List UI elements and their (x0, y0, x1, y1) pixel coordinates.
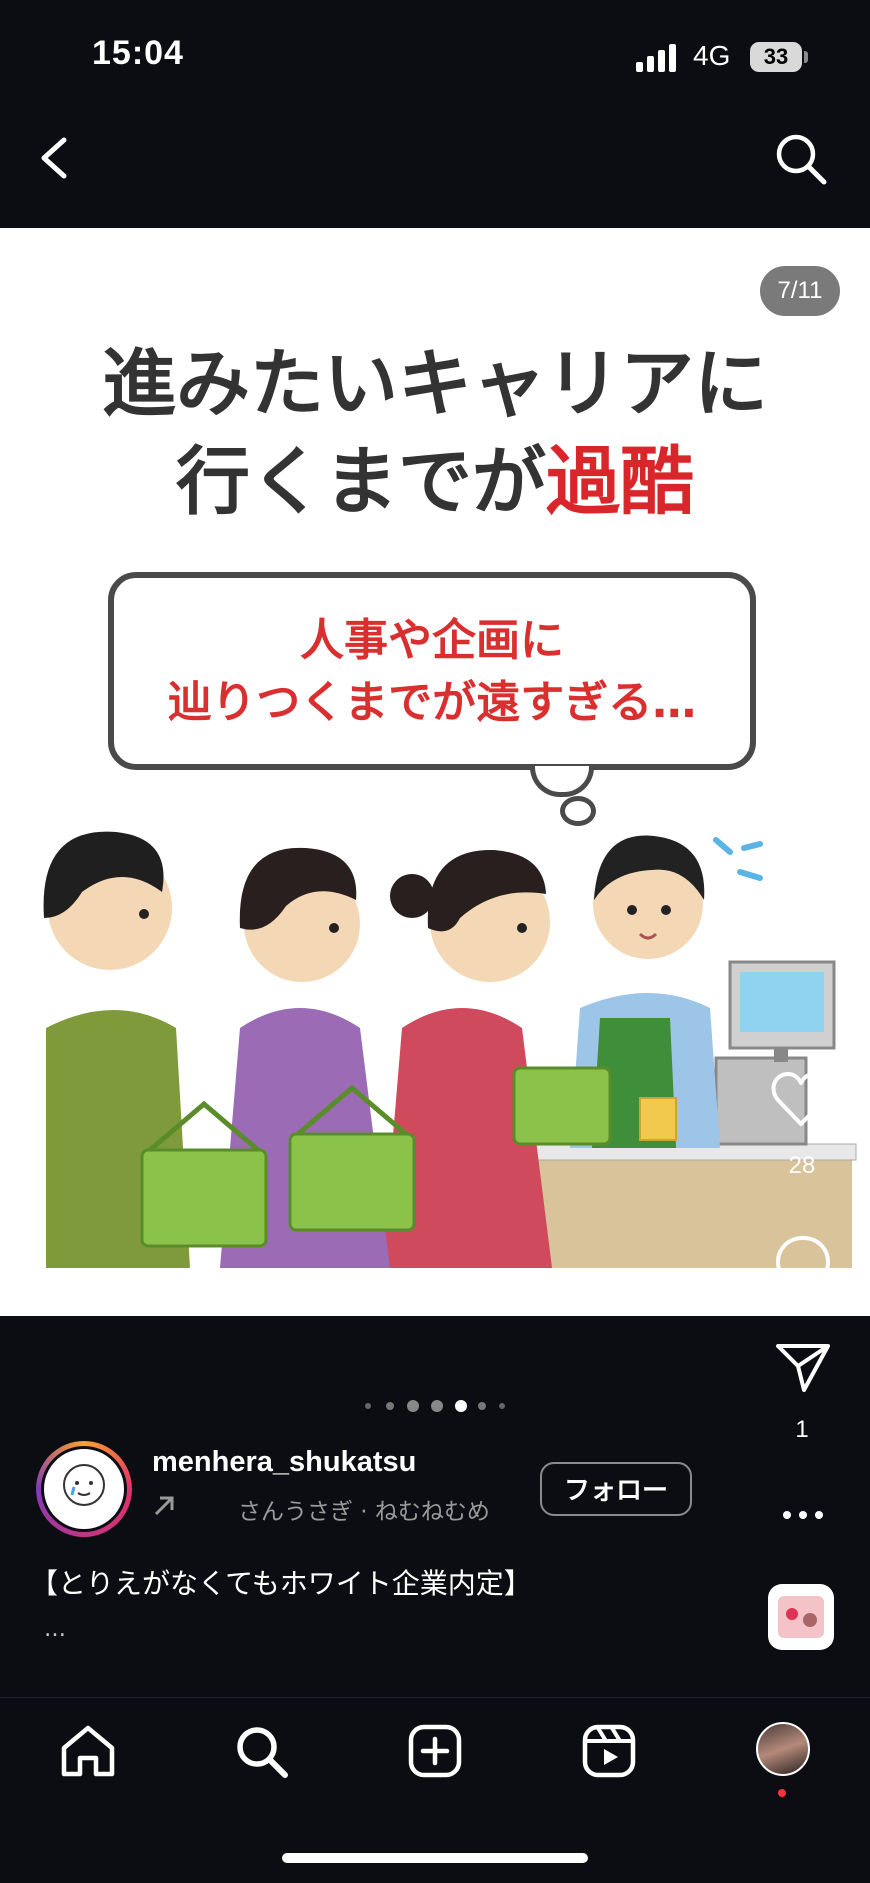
heart-icon[interactable] (770, 1072, 832, 1128)
share-icon[interactable] (774, 1342, 832, 1394)
follow-button[interactable]: フォロー (540, 1462, 692, 1516)
reels-icon[interactable] (582, 1724, 636, 1778)
bubble-dot (560, 796, 596, 826)
profile-avatar-tab[interactable] (756, 1722, 810, 1776)
post-caption[interactable]: 【とりえがなくてもホワイト企業内定】 (30, 1562, 532, 1602)
sticker-button[interactable] (768, 1584, 834, 1650)
carousel-dot (478, 1402, 486, 1410)
status-time: 15:04 (92, 34, 184, 72)
caption-more[interactable]: … (44, 1617, 66, 1642)
back-button[interactable] (36, 136, 72, 180)
comment-icon[interactable] (774, 1234, 832, 1292)
arrow-up-right-icon (154, 1496, 174, 1516)
share-count: 1 (795, 1416, 809, 1443)
network-type: 4G (693, 40, 731, 71)
battery-icon: 33 (750, 42, 802, 72)
author-username[interactable]: menhera_shukatsu (152, 1446, 416, 1479)
avatar-drawing (63, 1464, 105, 1506)
headline-line-2: 行くまでが過酷 (0, 433, 870, 531)
speech-bubble: 人事や企画に 辿りつくまでが遠すぎる… (108, 572, 756, 770)
carousel-dot (386, 1402, 394, 1410)
headline-red-text: 過酷 (546, 439, 694, 525)
author-avatar[interactable] (41, 1446, 127, 1532)
bubble-line-2: 辿りつくまでが遠すぎる… (167, 677, 697, 728)
search-icon[interactable] (774, 132, 828, 186)
carousel-dot (431, 1400, 443, 1412)
carousel-dot (499, 1403, 505, 1409)
explore-search-icon[interactable] (234, 1724, 290, 1780)
post-headline: 進みたいキャリアに 行くまでが過酷 (0, 335, 870, 531)
like-count: 28 (788, 1152, 816, 1179)
status-bar: 15:04 4G 33 (0, 0, 870, 110)
notification-dot (778, 1789, 786, 1797)
create-post-icon[interactable] (408, 1724, 462, 1778)
more-options-icon[interactable] (780, 1508, 826, 1522)
bubble-line-1: 人事や企画に (300, 615, 564, 666)
battery-tip (804, 51, 808, 63)
carousel-dot (407, 1400, 419, 1412)
home-indicator (282, 1853, 588, 1863)
carousel-dot (365, 1403, 371, 1409)
home-icon[interactable] (60, 1724, 116, 1778)
headline-line-1: 進みたいキャリアに (102, 341, 768, 427)
sticker-icon (778, 1596, 824, 1638)
page-counter: 7/11 (760, 266, 840, 316)
signal-icon (636, 44, 676, 72)
headline-dark-text: 行くまでが (176, 439, 546, 525)
carousel-dot-active (455, 1400, 467, 1412)
carousel-dots (365, 1400, 505, 1412)
